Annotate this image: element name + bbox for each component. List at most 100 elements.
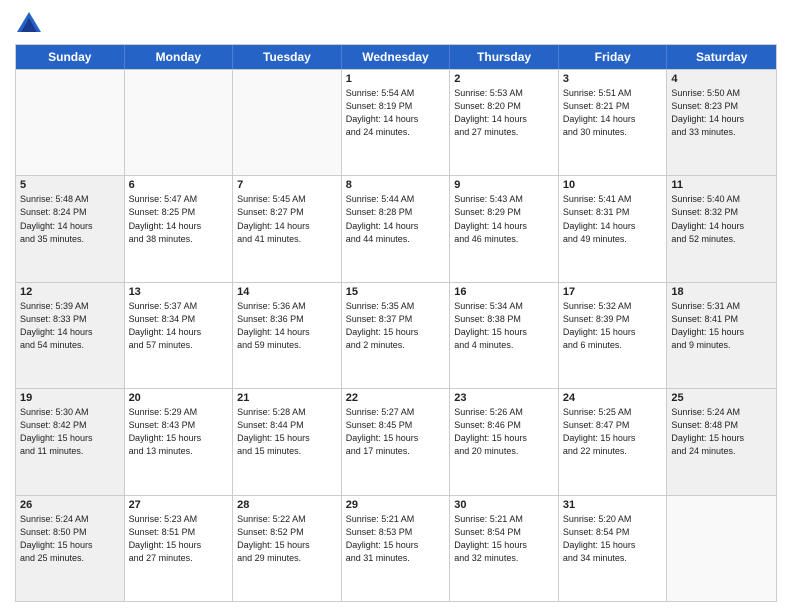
day-info: Sunrise: 5:45 AM Sunset: 8:27 PM Dayligh… (237, 193, 337, 245)
day-number: 23 (454, 392, 554, 404)
day-number: 31 (563, 499, 663, 511)
day-info: Sunrise: 5:29 AM Sunset: 8:43 PM Dayligh… (129, 406, 229, 458)
day-info: Sunrise: 5:41 AM Sunset: 8:31 PM Dayligh… (563, 193, 663, 245)
calendar-day-29: 29 Sunrise: 5:21 AM Sunset: 8:53 PM Dayli… (342, 496, 451, 601)
day-number: 14 (237, 286, 337, 298)
calendar-week-2: 5 Sunrise: 5:48 AM Sunset: 8:24 PM Daylig… (16, 175, 776, 281)
day-info: Sunrise: 5:30 AM Sunset: 8:42 PM Dayligh… (20, 406, 120, 458)
calendar-day-9: 9 Sunrise: 5:43 AM Sunset: 8:29 PM Daylig… (450, 176, 559, 281)
calendar-day-12: 12 Sunrise: 5:39 AM Sunset: 8:33 PM Dayli… (16, 283, 125, 388)
day-info: Sunrise: 5:51 AM Sunset: 8:21 PM Dayligh… (563, 87, 663, 139)
day-info: Sunrise: 5:34 AM Sunset: 8:38 PM Dayligh… (454, 300, 554, 352)
day-info: Sunrise: 5:48 AM Sunset: 8:24 PM Dayligh… (20, 193, 120, 245)
calendar-header-tuesday: Tuesday (233, 45, 342, 69)
calendar-empty-cell (16, 70, 125, 175)
calendar-day-5: 5 Sunrise: 5:48 AM Sunset: 8:24 PM Daylig… (16, 176, 125, 281)
day-info: Sunrise: 5:23 AM Sunset: 8:51 PM Dayligh… (129, 513, 229, 565)
calendar-day-24: 24Sunrise: 5:25 AM Sunset: 8:47 PM Dayli… (559, 389, 668, 494)
day-number: 12 (20, 286, 120, 298)
day-info: Sunrise: 5:35 AM Sunset: 8:37 PM Dayligh… (346, 300, 446, 352)
day-info: Sunrise: 5:47 AM Sunset: 8:25 PM Dayligh… (129, 193, 229, 245)
calendar-day-23: 23 Sunrise: 5:26 AM Sunset: 8:46 PM Dayli… (450, 389, 559, 494)
day-number: 6 (129, 179, 229, 191)
day-info: Sunrise: 5:27 AM Sunset: 8:45 PM Dayligh… (346, 406, 446, 458)
calendar-body: 1 Sunrise: 5:54 AM Sunset: 8:19 PM Daylig… (16, 69, 776, 601)
day-info: Sunrise: 5:37 AM Sunset: 8:34 PM Dayligh… (129, 300, 229, 352)
calendar-empty-cell (667, 496, 776, 601)
day-number: 8 (346, 179, 446, 191)
day-number: 26 (20, 499, 120, 511)
calendar-day-22: 22 Sunrise: 5:27 AM Sunset: 8:45 PM Dayli… (342, 389, 451, 494)
calendar-header-monday: Monday (125, 45, 234, 69)
day-number: 19 (20, 392, 120, 404)
day-number: 25 (671, 392, 772, 404)
calendar-day-10: 10 Sunrise: 5:41 AM Sunset: 8:31 PM Dayli… (559, 176, 668, 281)
calendar-day-7: 7 Sunrise: 5:45 AM Sunset: 8:27 PM Daylig… (233, 176, 342, 281)
day-number: 9 (454, 179, 554, 191)
day-info: Sunrise: 5:22 AM Sunset: 8:52 PM Dayligh… (237, 513, 337, 565)
day-number: 27 (129, 499, 229, 511)
logo (15, 10, 47, 38)
day-info: Sunrise: 5:26 AM Sunset: 8:46 PM Dayligh… (454, 406, 554, 458)
day-number: 20 (129, 392, 229, 404)
day-number: 5 (20, 179, 120, 191)
day-info: Sunrise: 5:21 AM Sunset: 8:53 PM Dayligh… (346, 513, 446, 565)
calendar-day-26: 26 Sunrise: 5:24 AM Sunset: 8:50 PM Dayli… (16, 496, 125, 601)
calendar-day-20: 20 Sunrise: 5:29 AM Sunset: 8:43 PM Dayli… (125, 389, 234, 494)
day-number: 2 (454, 73, 554, 85)
day-number: 10 (563, 179, 663, 191)
calendar-day-18: 18 Sunrise: 5:31 AM Sunset: 8:41 PM Dayli… (667, 283, 776, 388)
header (15, 10, 777, 38)
day-number: 21 (237, 392, 337, 404)
calendar-day-13: 13 Sunrise: 5:37 AM Sunset: 8:34 PM Dayli… (125, 283, 234, 388)
calendar-header-thursday: Thursday (450, 45, 559, 69)
day-number: 3 (563, 73, 663, 85)
calendar-day-11: 11Sunrise: 5:40 AM Sunset: 8:32 PM Dayli… (667, 176, 776, 281)
day-number: 24 (563, 392, 663, 404)
calendar-day-2: 2 Sunrise: 5:53 AM Sunset: 8:20 PM Daylig… (450, 70, 559, 175)
day-number: 4 (671, 73, 772, 85)
day-number: 18 (671, 286, 772, 298)
calendar-day-17: 17 Sunrise: 5:32 AM Sunset: 8:39 PM Dayli… (559, 283, 668, 388)
day-info: Sunrise: 5:50 AM Sunset: 8:23 PM Dayligh… (671, 87, 772, 139)
calendar-week-4: 19 Sunrise: 5:30 AM Sunset: 8:42 PM Dayli… (16, 388, 776, 494)
calendar-day-25: 25 Sunrise: 5:24 AM Sunset: 8:48 PM Dayli… (667, 389, 776, 494)
day-number: 17 (563, 286, 663, 298)
day-number: 1 (346, 73, 446, 85)
day-info: Sunrise: 5:32 AM Sunset: 8:39 PM Dayligh… (563, 300, 663, 352)
day-number: 29 (346, 499, 446, 511)
day-info: Sunrise: 5:39 AM Sunset: 8:33 PM Dayligh… (20, 300, 120, 352)
day-info: Sunrise: 5:20 AM Sunset: 8:54 PM Dayligh… (563, 513, 663, 565)
calendar-header-friday: Friday (559, 45, 668, 69)
day-info: Sunrise: 5:43 AM Sunset: 8:29 PM Dayligh… (454, 193, 554, 245)
calendar-week-3: 12 Sunrise: 5:39 AM Sunset: 8:33 PM Dayli… (16, 282, 776, 388)
calendar-day-15: 15 Sunrise: 5:35 AM Sunset: 8:37 PM Dayli… (342, 283, 451, 388)
day-info: Sunrise: 5:44 AM Sunset: 8:28 PM Dayligh… (346, 193, 446, 245)
calendar-header-wednesday: Wednesday (342, 45, 451, 69)
calendar-day-8: 8 Sunrise: 5:44 AM Sunset: 8:28 PM Daylig… (342, 176, 451, 281)
day-number: 13 (129, 286, 229, 298)
calendar-day-28: 28 Sunrise: 5:22 AM Sunset: 8:52 PM Dayli… (233, 496, 342, 601)
calendar-day-27: 27 Sunrise: 5:23 AM Sunset: 8:51 PM Dayli… (125, 496, 234, 601)
day-info: Sunrise: 5:24 AM Sunset: 8:48 PM Dayligh… (671, 406, 772, 458)
day-info: Sunrise: 5:54 AM Sunset: 8:19 PM Dayligh… (346, 87, 446, 139)
day-number: 15 (346, 286, 446, 298)
calendar-header-saturday: Saturday (667, 45, 776, 69)
day-info: Sunrise: 5:24 AM Sunset: 8:50 PM Dayligh… (20, 513, 120, 565)
day-info: Sunrise: 5:28 AM Sunset: 8:44 PM Dayligh… (237, 406, 337, 458)
day-number: 7 (237, 179, 337, 191)
page: SundayMondayTuesdayWednesdayThursdayFrid… (0, 0, 792, 612)
calendar: SundayMondayTuesdayWednesdayThursdayFrid… (15, 44, 777, 602)
calendar-empty-cell (125, 70, 234, 175)
logo-icon (15, 10, 43, 38)
calendar-empty-cell (233, 70, 342, 175)
day-number: 22 (346, 392, 446, 404)
calendar-day-3: 3 Sunrise: 5:51 AM Sunset: 8:21 PM Daylig… (559, 70, 668, 175)
day-info: Sunrise: 5:31 AM Sunset: 8:41 PM Dayligh… (671, 300, 772, 352)
calendar-day-14: 14Sunrise: 5:36 AM Sunset: 8:36 PM Dayli… (233, 283, 342, 388)
day-number: 30 (454, 499, 554, 511)
calendar-day-30: 30Sunrise: 5:21 AM Sunset: 8:54 PM Dayli… (450, 496, 559, 601)
day-number: 28 (237, 499, 337, 511)
calendar-day-21: 21 Sunrise: 5:28 AM Sunset: 8:44 PM Dayli… (233, 389, 342, 494)
day-info: Sunrise: 5:53 AM Sunset: 8:20 PM Dayligh… (454, 87, 554, 139)
